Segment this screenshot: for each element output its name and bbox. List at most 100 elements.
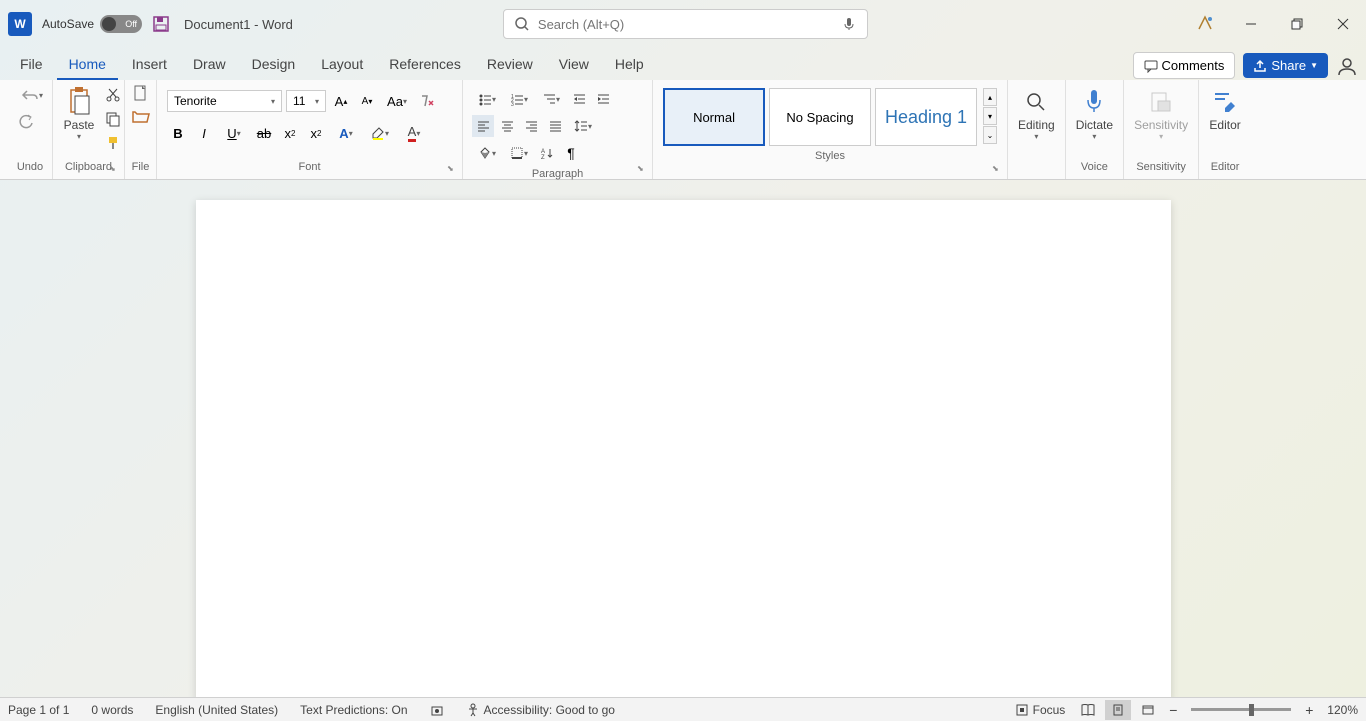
chevron-down-icon: ▾ [77, 132, 81, 141]
line-spacing-button[interactable]: ▾ [568, 115, 598, 137]
microphone-icon[interactable] [841, 16, 857, 32]
tab-review[interactable]: Review [475, 50, 545, 80]
editor-icon [1209, 86, 1241, 118]
tab-design[interactable]: Design [240, 50, 308, 80]
tab-help[interactable]: Help [603, 50, 656, 80]
justify-button[interactable] [544, 115, 566, 137]
clear-formatting-button[interactable] [416, 90, 438, 112]
decrease-indent-button[interactable] [568, 88, 590, 110]
styles-expand[interactable]: ⌄ [983, 126, 997, 144]
tab-references[interactable]: References [377, 50, 473, 80]
increase-indent-button[interactable] [592, 88, 614, 110]
decrease-font-button[interactable]: A▾ [356, 90, 378, 112]
focus-button[interactable]: Focus [1015, 703, 1066, 717]
zoom-level[interactable]: 120% [1327, 703, 1358, 717]
copy-button[interactable] [101, 108, 125, 130]
editor-button[interactable]: Editor [1205, 84, 1245, 134]
paragraph-dialog-launcher[interactable]: ⬊ [637, 164, 649, 176]
highlight-button[interactable]: ▾ [365, 122, 395, 144]
styles-scroll-down[interactable]: ▾ [983, 107, 997, 125]
styles-scroll-up[interactable]: ▴ [983, 88, 997, 106]
change-case-button[interactable]: Aa▾ [382, 90, 412, 112]
zoom-in-button[interactable]: + [1301, 702, 1317, 718]
tab-file[interactable]: File [8, 50, 55, 80]
svg-text:Z: Z [541, 155, 545, 160]
open-file-icon[interactable] [131, 106, 151, 126]
shading-button[interactable]: ▾ [472, 142, 502, 164]
ribbon-display-icon[interactable] [1182, 8, 1228, 40]
paste-button[interactable]: Paste ▾ [59, 84, 99, 143]
multilevel-list-button[interactable]: ▾ [536, 88, 566, 110]
bold-button[interactable]: B [167, 122, 189, 144]
web-layout-button[interactable] [1135, 700, 1161, 720]
page-number-status[interactable]: Page 1 of 1 [8, 703, 69, 717]
close-button[interactable] [1320, 8, 1366, 40]
editing-button[interactable]: Editing ▾ [1014, 84, 1059, 143]
share-button[interactable]: Share ▼ [1243, 53, 1328, 78]
search-box[interactable] [503, 9, 868, 39]
file-group-label: File [131, 161, 150, 175]
cut-button[interactable] [101, 84, 125, 106]
tab-home[interactable]: Home [57, 50, 118, 80]
dictate-label: Dictate [1076, 118, 1113, 132]
search-input[interactable] [538, 17, 841, 32]
underline-button[interactable]: U▾ [219, 122, 249, 144]
comments-button[interactable]: Comments [1133, 52, 1236, 79]
document-page[interactable] [196, 200, 1171, 700]
dictate-button[interactable]: Dictate ▾ [1072, 84, 1117, 143]
word-count-status[interactable]: 0 words [91, 703, 133, 717]
superscript-button[interactable]: x2 [305, 122, 327, 144]
language-status[interactable]: English (United States) [155, 703, 278, 717]
zoom-slider-thumb[interactable] [1249, 704, 1254, 716]
macro-status[interactable] [430, 703, 444, 717]
italic-button[interactable]: I [193, 122, 215, 144]
align-right-button[interactable] [520, 115, 542, 137]
zoom-slider[interactable] [1191, 708, 1291, 711]
read-mode-button[interactable] [1075, 700, 1101, 720]
style-no-spacing[interactable]: No Spacing [769, 88, 871, 146]
font-size-combo[interactable]: 11 ▾ [286, 90, 326, 112]
search-icon [514, 16, 530, 32]
text-effects-button[interactable]: A▾ [331, 122, 361, 144]
account-icon[interactable] [1336, 55, 1358, 77]
style-heading1[interactable]: Heading 1 [875, 88, 977, 146]
align-center-button[interactable] [496, 115, 518, 137]
redo-button[interactable] [14, 110, 38, 132]
new-file-icon[interactable] [131, 84, 151, 104]
align-left-button[interactable] [472, 115, 494, 137]
tab-draw[interactable]: Draw [181, 50, 238, 80]
maximize-button[interactable] [1274, 8, 1320, 40]
zoom-out-button[interactable]: − [1165, 702, 1181, 718]
tab-layout[interactable]: Layout [309, 50, 375, 80]
styles-group-label: Styles [659, 150, 1001, 164]
style-normal[interactable]: Normal [663, 88, 765, 146]
styles-dialog-launcher[interactable]: ⬊ [992, 164, 1004, 176]
increase-font-button[interactable]: A▴ [330, 90, 352, 112]
tab-view[interactable]: View [547, 50, 601, 80]
font-dialog-launcher[interactable]: ⬊ [447, 164, 459, 176]
document-area[interactable] [0, 180, 1366, 700]
text-predictions-status[interactable]: Text Predictions: On [300, 703, 407, 717]
font-color-button[interactable]: A▾ [399, 122, 429, 144]
sort-button[interactable]: AZ [536, 142, 558, 164]
undo-button[interactable]: ▾ [14, 84, 50, 106]
clipboard-dialog-launcher[interactable]: ⬊ [109, 164, 121, 176]
numbering-button[interactable]: 123▾ [504, 88, 534, 110]
autosave-toggle[interactable]: Off [100, 15, 142, 33]
font-name-combo[interactable]: Tenorite ▾ [167, 90, 282, 112]
format-painter-button[interactable] [101, 132, 125, 154]
borders-button[interactable]: ▾ [504, 142, 534, 164]
save-icon[interactable] [152, 15, 170, 33]
ribbon: ▾ Undo Paste ▾ [0, 80, 1366, 180]
paragraph-group-label: Paragraph [469, 168, 646, 182]
strikethrough-button[interactable]: ab [253, 122, 275, 144]
subscript-button[interactable]: x2 [279, 122, 301, 144]
print-layout-button[interactable] [1105, 700, 1131, 720]
show-marks-button[interactable]: ¶ [560, 142, 582, 164]
tab-insert[interactable]: Insert [120, 50, 179, 80]
accessibility-status[interactable]: Accessibility: Good to go [466, 703, 615, 717]
font-name-value: Tenorite [174, 94, 217, 108]
sensitivity-button[interactable]: Sensitivity ▾ [1130, 84, 1192, 143]
minimize-button[interactable] [1228, 8, 1274, 40]
bullets-button[interactable]: ▾ [472, 88, 502, 110]
